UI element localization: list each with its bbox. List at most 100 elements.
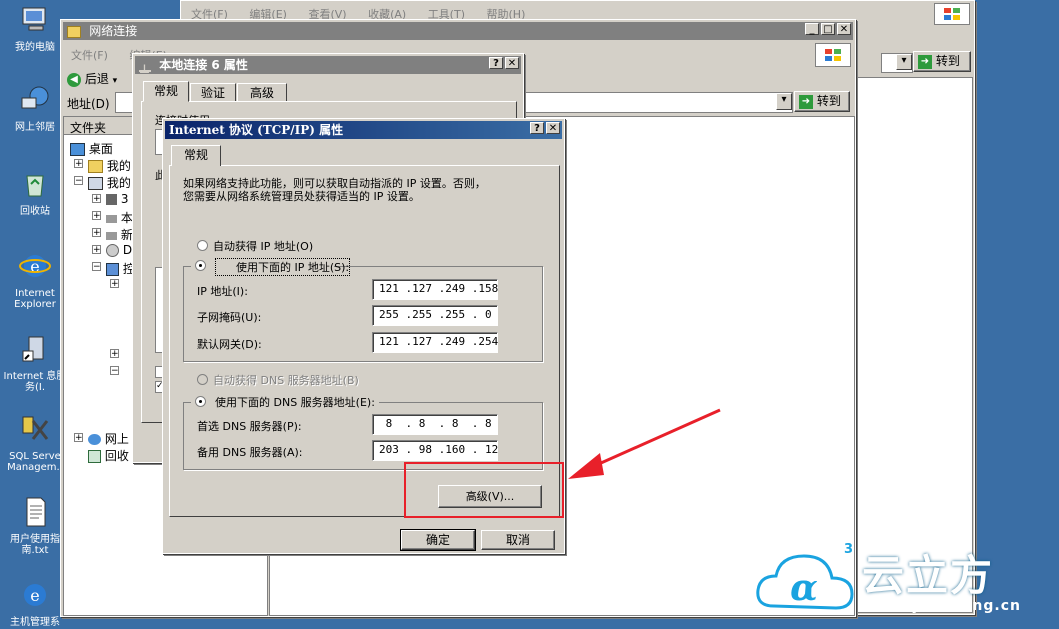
auto-ip-radio[interactable] <box>197 240 208 251</box>
tree-item[interactable]: D <box>106 243 132 257</box>
tree-expander[interactable]: + <box>110 349 119 359</box>
alternate-dns-label: 备用 DNS 服务器(A): <box>197 446 303 459</box>
goto-arrow-icon: ➜ <box>799 94 813 109</box>
desktop-icon-label: 网上邻居 <box>15 122 55 133</box>
desktop-icon-recycle-bin[interactable]: 回收站 <box>3 168 67 217</box>
close-button[interactable]: ✕ <box>505 57 519 69</box>
goto-label: 转到 <box>935 54 960 68</box>
back-button[interactable]: ◀ 后退 ▾ <box>67 70 117 87</box>
manual-dns-option[interactable]: 使用下面的 DNS 服务器地址(E): <box>191 394 379 409</box>
tree-expander[interactable]: + <box>92 194 101 204</box>
tree-item[interactable]: 网上 <box>88 430 129 447</box>
desktop-icon-label: 用户使用指 南.txt <box>10 534 60 556</box>
tab-general[interactable]: 常规 <box>143 81 189 102</box>
annotation-highlight-box <box>404 462 564 518</box>
tab-advanced[interactable]: 高级 <box>237 83 287 102</box>
recycle-bin-icon <box>26 175 44 197</box>
tree-item[interactable]: 本 <box>106 209 133 226</box>
help-button[interactable]: ? <box>530 122 544 134</box>
goto-arrow-icon: ➜ <box>918 54 932 69</box>
background-goto-button[interactable]: ➜ 转到 <box>913 51 971 72</box>
maximize-button[interactable]: □ <box>821 23 835 35</box>
desktop-icon-label: 主机管理系 <box>10 617 60 628</box>
subnet-mask-label: 子网掩码(U): <box>197 311 262 324</box>
windows-logo-icon <box>815 43 851 67</box>
windows-logo-icon <box>934 3 970 25</box>
manual-ip-radio[interactable] <box>195 260 206 271</box>
brand-url: www.yunlifang.cn <box>864 598 1021 614</box>
alternate-dns-field[interactable]: 203 . 98 .160 . 12 <box>372 440 498 461</box>
close-button[interactable]: ✕ <box>837 23 851 35</box>
tab-general[interactable]: 常规 <box>171 145 221 166</box>
desktop-icon-ie[interactable]: e Internet Explorer <box>3 250 67 310</box>
preferred-dns-label: 首选 DNS 服务器(P): <box>197 420 302 433</box>
explorer-titlebar: 网络连接 <box>63 22 853 40</box>
explorer-title: 网络连接 <box>89 24 138 38</box>
auto-dns-radio <box>197 374 208 385</box>
desktop-icon-my-computer[interactable]: 我的电脑 <box>3 4 67 53</box>
tree-item[interactable]: 我的 <box>88 174 131 191</box>
gateway-label: 默认网关(D): <box>197 338 262 351</box>
computer-icon <box>22 7 46 31</box>
tree-expander[interactable]: + <box>92 228 101 238</box>
manual-ip-option[interactable]: 使用下面的 IP 地址(S): <box>191 258 351 276</box>
watermark: α 3 云立方 www.yunlifang.cn <box>752 540 1052 626</box>
network-places-icon <box>88 434 101 445</box>
floppy-icon <box>106 194 117 205</box>
description-text: 如果网络支持此功能，则可以获取自动指派的 IP 设置。否则， 您需要从网络系统管… <box>183 177 486 203</box>
desktop-icon-host-mgmt[interactable]: e 主机管理系 <box>3 579 67 628</box>
manual-dns-label: 使用下面的 DNS 服务器地址(E): <box>215 396 375 409</box>
ok-button[interactable]: 确定 <box>400 529 476 551</box>
auto-dns-label: 自动获得 DNS 服务器地址(B) <box>213 374 359 387</box>
auto-ip-label[interactable]: 自动获得 IP 地址(O) <box>213 238 313 254</box>
brand-superscript: 3 <box>844 542 854 557</box>
desktop-icon-txt[interactable]: 用户使用指 南.txt <box>3 496 67 556</box>
ip-address-field[interactable]: 121 .127 .249 .158 <box>372 279 498 300</box>
tree-expander[interactable]: + <box>110 279 119 289</box>
tree-expander[interactable]: − <box>110 366 119 376</box>
conn-props-title: 本地连接 6 属性 <box>159 58 248 72</box>
desktop-icon-network[interactable]: 网上邻居 <box>3 84 67 133</box>
tree-item[interactable]: 回收 <box>88 447 129 464</box>
desktop-icon-label: SQL Serve Managem.. <box>7 451 63 473</box>
tree-item[interactable]: 新 <box>106 226 133 243</box>
desktop-icon-iis[interactable]: Internet 息服务(I. <box>3 333 67 393</box>
desktop-icon-label: 我的电脑 <box>15 42 55 53</box>
cancel-button[interactable]: 取消 <box>481 530 555 550</box>
tree-expander[interactable]: + <box>74 433 83 443</box>
help-button[interactable]: ? <box>489 57 503 69</box>
tree-item[interactable]: 控 <box>106 260 135 277</box>
brand-name: 云立方 <box>862 551 995 600</box>
tree-expander[interactable]: + <box>92 211 101 221</box>
address-label: 地址(D) <box>67 97 110 111</box>
folder-icon <box>88 160 103 173</box>
sql-server-tools-icon <box>22 416 49 440</box>
background-address-dropdown[interactable]: ▾ <box>881 53 913 73</box>
tree-expander[interactable]: − <box>92 262 101 272</box>
subnet-mask-field[interactable]: 255 .255 .255 . 0 <box>372 305 498 326</box>
address-dropdown-button[interactable]: ▾ <box>776 93 792 110</box>
desktop-icon-label: Internet Explorer <box>14 288 56 310</box>
tab-authentication[interactable]: 验证 <box>190 83 236 102</box>
close-button[interactable]: ✕ <box>546 122 560 134</box>
desktop-icon-label: 回收站 <box>20 206 50 217</box>
tree-item-desktop[interactable]: 桌面 <box>70 140 113 157</box>
tree-expander[interactable]: + <box>74 159 83 169</box>
gateway-field[interactable]: 121 .127 .249 .254 <box>372 332 498 353</box>
tcpip-title: Internet 协议 (TCP/IP) 属性 <box>169 123 344 137</box>
minimize-button[interactable]: _ <box>805 23 819 35</box>
goto-button[interactable]: ➜ 转到 <box>794 91 850 112</box>
tree-item[interactable]: 3 <box>106 192 128 206</box>
desktop-icon-sql[interactable]: SQL Serve Managem.. <box>3 413 67 473</box>
svg-text:e: e <box>30 586 39 605</box>
tree-expander[interactable]: + <box>92 245 101 255</box>
tcpip-titlebar: Internet 协议 (TCP/IP) 属性 <box>165 121 562 139</box>
iis-icon <box>22 336 44 362</box>
tree-item[interactable]: 我的 <box>88 157 131 174</box>
menu-file[interactable]: 文件(F) <box>71 49 108 62</box>
annotation-arrow <box>568 408 721 479</box>
cd-drive-icon <box>106 244 119 257</box>
recycle-bin-icon <box>88 450 101 463</box>
tree-expander[interactable]: − <box>74 176 83 186</box>
preferred-dns-field[interactable]: 8 . 8 . 8 . 8 <box>372 414 498 435</box>
